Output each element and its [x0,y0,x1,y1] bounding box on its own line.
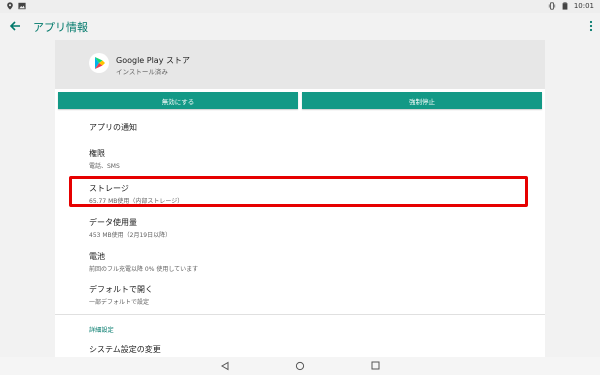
divider [55,314,545,315]
app-name: Google Play ストア [116,56,190,65]
item-subtitle: 一部デフォルトで設定 [89,299,150,306]
item-subtitle: 前回のフル充電以降 0% 使用しています [89,266,199,273]
item-subtitle: 453 MB使用（2月19日以降） [89,232,172,239]
item-subtitle: 電話、SMS [89,163,120,170]
image-icon [18,2,26,10]
list-item-open-by-default[interactable]: デフォルトで開く 一部デフォルトで設定 [89,284,153,306]
item-title: 電池 [89,252,105,261]
back-arrow-icon[interactable] [7,18,23,34]
google-play-icon [89,53,109,73]
item-title: アプリの通知 [89,123,137,132]
item-title: デフォルトで開く [89,285,153,294]
list-item-modify-system-settings[interactable]: システム設定の変更 [89,344,161,355]
status-left [6,2,26,10]
status-time: 10:01 [573,2,594,10]
item-title: システム設定の変更 [89,345,161,354]
list-item-app-notifications[interactable]: アプリの通知 [89,122,137,133]
status-bar: 10:01 [0,0,600,13]
list-item-permissions[interactable]: 権限 電話、SMS [89,148,120,170]
nav-home-icon[interactable] [295,361,305,371]
app-install-status: インストール済み [116,68,168,76]
app-header: Google Play ストア インストール済み [55,40,545,89]
status-right: 10:01 [548,2,594,10]
list-item-data-usage[interactable]: データ使用量 453 MB使用（2月19日以降） [89,217,171,239]
item-title: 権限 [89,149,105,158]
app-info-card: Google Play ストア インストール済み 無効にする 強制停止 アプリの… [55,40,545,357]
nav-recents-icon[interactable] [371,361,380,370]
location-icon [7,2,13,10]
battery-icon [562,2,568,10]
app-bar: アプリ情報 [0,13,600,40]
page-title: アプリ情報 [33,21,88,34]
list-item-battery[interactable]: 電池 前回のフル充電以降 0% 使用しています [89,251,198,273]
disable-button[interactable]: 無効にする [58,92,298,109]
more-vert-icon[interactable] [588,19,594,33]
vibrate-icon [548,2,555,10]
storage-highlight-box [69,176,528,207]
item-title: データ使用量 [89,218,137,227]
force-stop-button[interactable]: 強制停止 [302,92,542,109]
section-header-advanced: 詳細設定 [89,327,114,334]
navigation-bar [0,357,600,375]
nav-back-icon[interactable] [220,361,230,371]
